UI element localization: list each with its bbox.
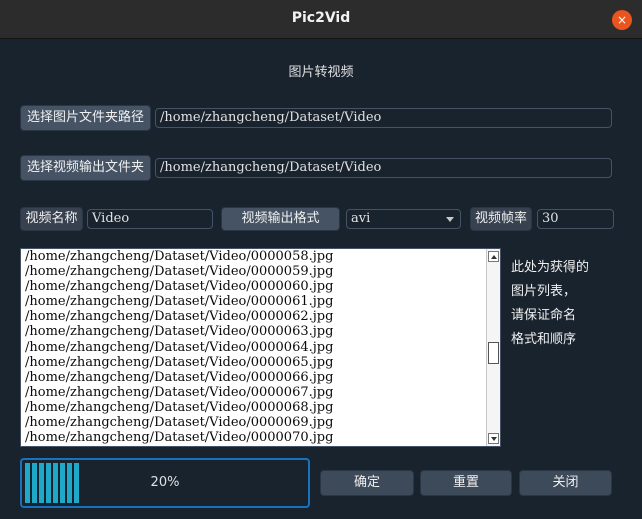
video-format-select[interactable]: avi	[346, 209, 461, 229]
hint-line: 请保证命名	[511, 308, 577, 323]
confirm-button[interactable]: 确定	[320, 470, 414, 496]
image-file-list[interactable]: /home/zhangcheng/Dataset/Video/0000058.j…	[20, 248, 501, 447]
image-folder-path-field[interactable]: /home/zhangcheng/Dataset/Video	[155, 108, 612, 128]
title-bar: Pic2Vid ×	[0, 0, 642, 39]
video-name-label: 视频名称	[20, 207, 83, 231]
list-item[interactable]: /home/zhangcheng/Dataset/Video/0000070.j…	[25, 430, 486, 445]
video-name-input[interactable]: Video	[87, 209, 213, 229]
file-list-scrollbar[interactable]	[486, 249, 500, 446]
close-button[interactable]: 关闭	[519, 470, 612, 496]
app-window: Pic2Vid × 图片转视频 选择图片文件夹路径 /home/zhangche…	[0, 0, 642, 519]
hint-line: 格式和顺序	[511, 332, 577, 347]
video-format-button[interactable]: 视频输出格式	[221, 207, 340, 231]
list-item[interactable]: /home/zhangcheng/Dataset/Video/0000060.j…	[25, 279, 486, 294]
list-item[interactable]: /home/zhangcheng/Dataset/Video/0000065.j…	[25, 355, 486, 370]
reset-button[interactable]: 重置	[420, 470, 512, 496]
conversion-progress-bar: 20%	[20, 458, 310, 508]
frame-rate-label: 视频帧率	[470, 207, 532, 231]
chevron-down-icon	[446, 217, 454, 222]
frame-rate-input[interactable]: 30	[537, 209, 614, 229]
close-window-icon[interactable]: ×	[612, 10, 632, 30]
list-item[interactable]: /home/zhangcheng/Dataset/Video/0000064.j…	[25, 340, 486, 355]
progress-percent: 20%	[150, 475, 180, 490]
list-item[interactable]: /home/zhangcheng/Dataset/Video/0000067.j…	[25, 385, 486, 400]
list-item[interactable]: /home/zhangcheng/Dataset/Video/0000061.j…	[25, 294, 486, 309]
list-item[interactable]: /home/zhangcheng/Dataset/Video/0000062.j…	[25, 309, 486, 324]
file-list-rows: /home/zhangcheng/Dataset/Video/0000058.j…	[25, 249, 486, 446]
list-item[interactable]: /home/zhangcheng/Dataset/Video/0000071.j…	[25, 445, 486, 446]
list-item[interactable]: /home/zhangcheng/Dataset/Video/0000068.j…	[25, 400, 486, 415]
list-item[interactable]: /home/zhangcheng/Dataset/Video/0000058.j…	[25, 249, 486, 264]
scroll-down-arrow-icon[interactable]	[488, 433, 499, 444]
hint-line: 此处为获得的	[511, 260, 590, 275]
list-item[interactable]: /home/zhangcheng/Dataset/Video/0000059.j…	[25, 264, 486, 279]
window-title: Pic2Vid	[291, 10, 351, 26]
select-image-folder-button[interactable]: 选择图片文件夹路径	[20, 105, 151, 131]
file-list-hint: 此处为获得的 图片列表， 请保证命名 格式和顺序	[511, 256, 621, 352]
scrollbar-thumb[interactable]	[488, 342, 499, 364]
video-format-selected: avi	[351, 211, 371, 226]
list-item[interactable]: /home/zhangcheng/Dataset/Video/0000063.j…	[25, 324, 486, 339]
list-item[interactable]: /home/zhangcheng/Dataset/Video/0000066.j…	[25, 370, 486, 385]
scroll-up-arrow-icon[interactable]	[488, 251, 499, 262]
page-heading: 图片转视频	[288, 65, 354, 80]
output-folder-path-field[interactable]: /home/zhangcheng/Dataset/Video	[155, 158, 612, 178]
hint-line: 图片列表，	[511, 284, 577, 299]
list-item[interactable]: /home/zhangcheng/Dataset/Video/0000069.j…	[25, 415, 486, 430]
select-output-folder-button[interactable]: 选择视频输出文件夹	[20, 155, 151, 181]
